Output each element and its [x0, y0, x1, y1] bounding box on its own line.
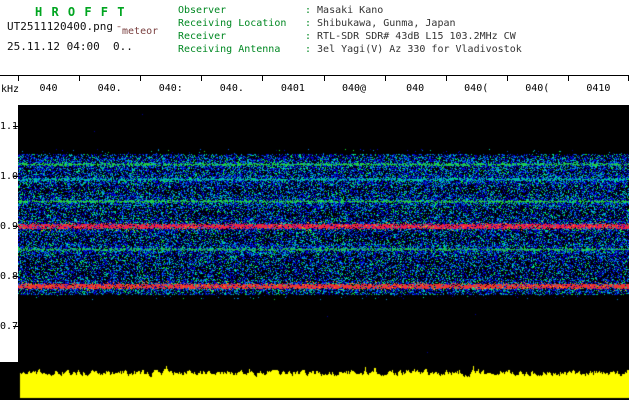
- info-row-receiver: Receiver: RTL-SDR SDR# 43dB L15 103.2MHz …: [178, 30, 522, 43]
- info-separator: :: [305, 44, 312, 55]
- time-label: 040.: [219, 83, 244, 94]
- filename-label: UT2511120400.png: [7, 20, 113, 33]
- time-label: 040@: [341, 83, 367, 94]
- time-label: 040(: [525, 83, 550, 94]
- time-label: 040.: [97, 83, 122, 94]
- time-label: 040(: [464, 83, 489, 94]
- hrofft-window: H R O F F T UT2511120400.png ¯meteor 25.…: [0, 0, 629, 400]
- info-value: RTL-SDR SDR# 43dB L15 103.2MHz CW: [317, 31, 516, 42]
- time-tick: [324, 76, 325, 81]
- time-tick: [568, 76, 569, 81]
- info-label: Receiving Location: [178, 18, 287, 29]
- time-tick: [18, 76, 19, 81]
- info-value: Masaki Kano: [317, 5, 384, 16]
- info-separator: :: [305, 5, 312, 16]
- datetime-label: 25.11.12 04:00 0..: [7, 40, 133, 53]
- time-tick: [507, 76, 508, 81]
- info-value: Shibukawa, Gunma, Japan: [317, 18, 456, 29]
- freq-unit-label: kHz: [1, 84, 20, 95]
- noise-level-canvas: [0, 362, 629, 400]
- time-axis: 040 040. 040: 040. 0401 040@ 040 040( 04…: [18, 83, 629, 99]
- info-label: Observer: [178, 5, 227, 16]
- time-label: 040: [406, 83, 425, 94]
- time-tick: [140, 76, 141, 81]
- receiver-info: Observer: Masaki Kano Receiving Location:…: [178, 4, 522, 56]
- info-value: 3el Yagi(V) Az 330 for Vladivostok: [317, 44, 522, 55]
- mode-label: ¯meteor: [116, 26, 159, 37]
- info-separator: :: [305, 18, 312, 29]
- time-tick: [262, 76, 263, 81]
- app-title: H R O F F T: [35, 5, 126, 19]
- time-label: 0401: [280, 83, 305, 94]
- header-divider: [0, 75, 629, 76]
- time-tick: [385, 76, 386, 81]
- info-row-antenna: Receiving Antenna:3el Yagi(V) Az 330 for…: [178, 43, 522, 56]
- info-row-location: Receiving Location: Shibukawa, Gunma, Jap…: [178, 17, 522, 30]
- info-row-observer: Observer: Masaki Kano: [178, 4, 522, 17]
- time-label: 040: [39, 83, 58, 94]
- time-tick: [446, 76, 447, 81]
- time-label: 040:: [158, 83, 183, 94]
- info-label: Receiver: [178, 31, 227, 42]
- time-tick: [201, 76, 202, 81]
- time-label: 0410: [586, 83, 611, 94]
- time-tick: [79, 76, 80, 81]
- info-label: Receiving Antenna: [178, 44, 281, 55]
- info-separator: :: [305, 31, 312, 42]
- spectrogram-canvas: [18, 105, 629, 362]
